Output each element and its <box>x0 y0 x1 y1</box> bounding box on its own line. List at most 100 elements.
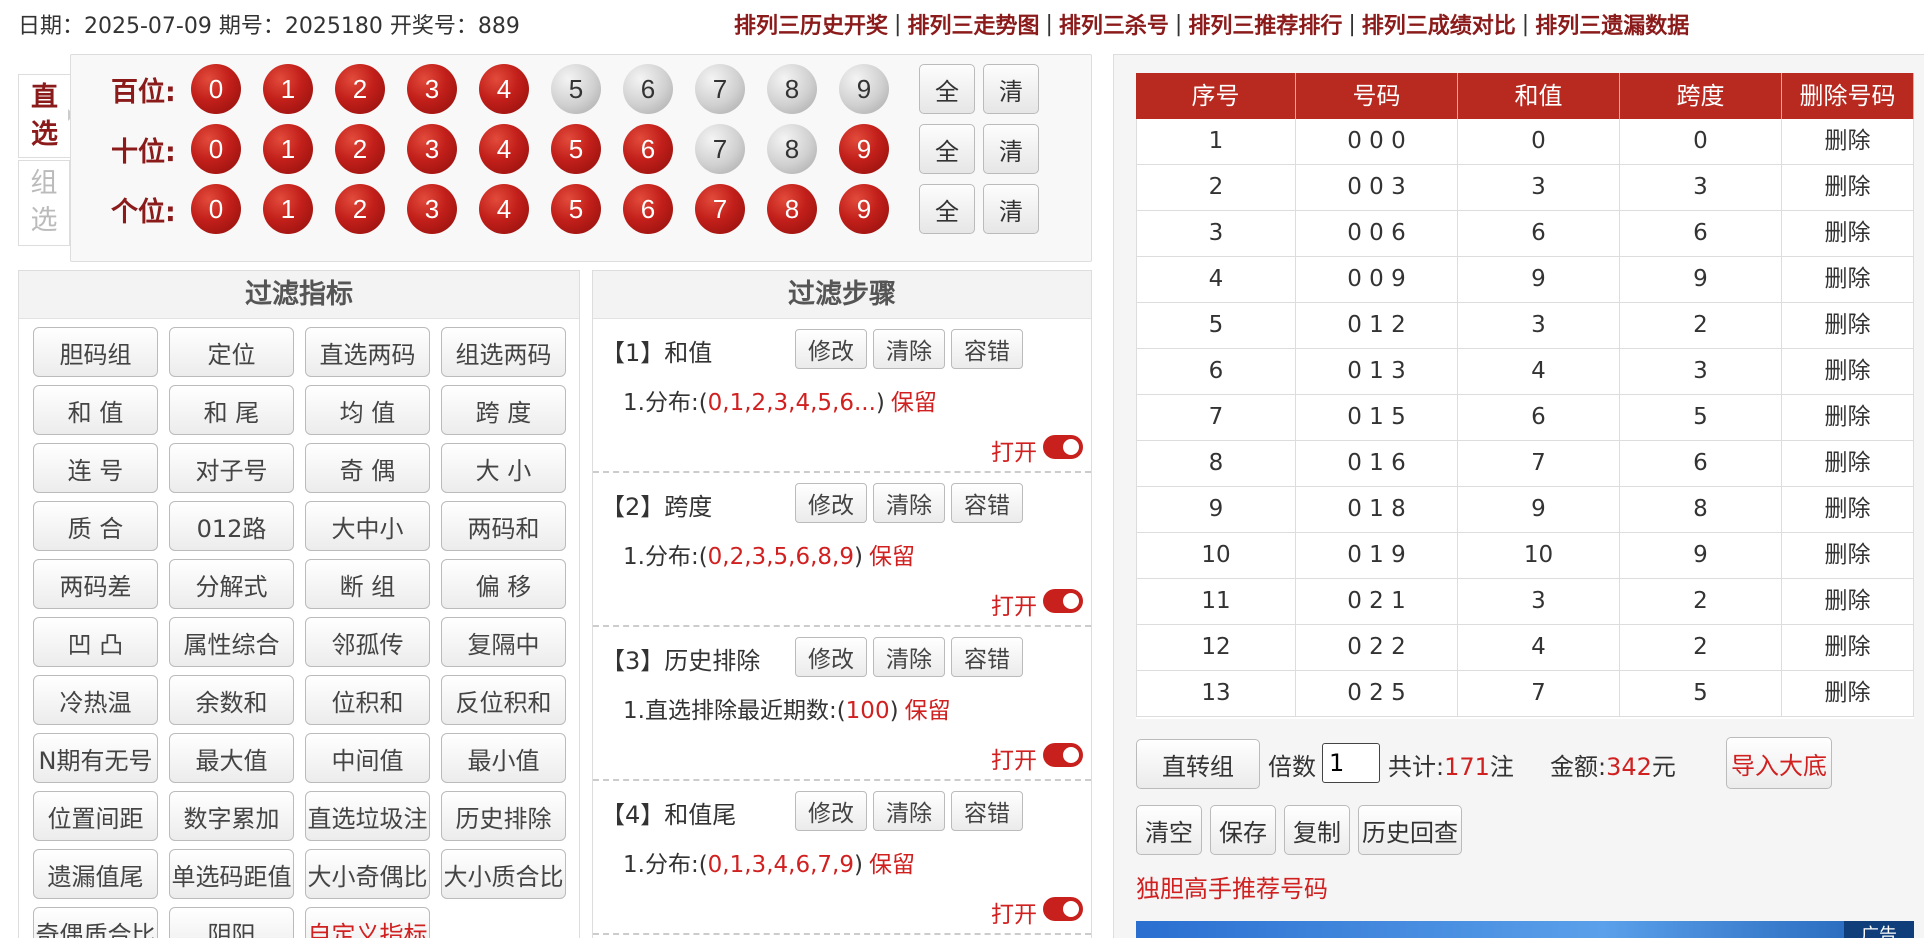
filter-index-button[interactable]: 遗漏值尾 <box>33 849 158 899</box>
delete-row-button[interactable]: 删除 <box>1782 533 1914 578</box>
filter-index-button[interactable]: 反位积和 <box>441 675 566 725</box>
step-edit-button[interactable]: 修改 <box>795 791 867 831</box>
number-ball[interactable]: 2 <box>335 124 385 174</box>
number-ball[interactable]: 5 <box>551 184 601 234</box>
filter-index-button[interactable]: 连 号 <box>33 443 158 493</box>
number-ball[interactable]: 4 <box>479 124 529 174</box>
delete-row-button[interactable]: 删除 <box>1782 349 1914 394</box>
filter-index-button[interactable]: 奇 偶 <box>305 443 430 493</box>
multiple-input[interactable] <box>1322 743 1380 783</box>
filter-index-button[interactable]: 质 合 <box>33 501 158 551</box>
filter-index-button[interactable]: 两码差 <box>33 559 158 609</box>
number-ball[interactable]: 8 <box>767 184 817 234</box>
step-toggle[interactable] <box>1043 589 1083 613</box>
number-ball[interactable]: 8 <box>767 64 817 114</box>
filter-index-button[interactable]: 复隔中 <box>441 617 566 667</box>
tab-direct[interactable]: 直选 <box>18 74 74 158</box>
number-ball[interactable]: 6 <box>623 184 673 234</box>
step-clear-button[interactable]: 清除 <box>873 329 945 369</box>
nav-link-5[interactable]: 排列三成绩对比 <box>1362 8 1516 40</box>
filter-index-button[interactable]: 阴阳 <box>169 907 294 938</box>
filter-index-button[interactable]: 和 值 <box>33 385 158 435</box>
filter-index-button[interactable]: 中间值 <box>305 733 430 783</box>
nav-link-6[interactable]: 排列三遗漏数据 <box>1535 8 1689 40</box>
number-ball[interactable]: 7 <box>695 64 745 114</box>
step-toggle[interactable] <box>1043 743 1083 767</box>
filter-index-button[interactable]: 断 组 <box>305 559 430 609</box>
clear-row-button[interactable]: 清 <box>983 124 1039 174</box>
number-ball[interactable]: 0 <box>191 184 241 234</box>
number-ball[interactable]: 5 <box>551 124 601 174</box>
filter-index-button[interactable]: 均 值 <box>305 385 430 435</box>
number-ball[interactable]: 1 <box>263 184 313 234</box>
filter-index-button[interactable]: 大中小 <box>305 501 430 551</box>
filter-index-button[interactable]: 分解式 <box>169 559 294 609</box>
history-check-button[interactable]: 历史回查 <box>1358 805 1462 855</box>
filter-index-button[interactable]: 单选码距值 <box>169 849 294 899</box>
number-ball[interactable]: 4 <box>479 184 529 234</box>
filter-index-button[interactable]: 胆码组 <box>33 327 158 377</box>
delete-row-button[interactable]: 删除 <box>1782 625 1914 670</box>
filter-index-button[interactable]: 偏 移 <box>441 559 566 609</box>
number-ball[interactable]: 0 <box>191 64 241 114</box>
step-tolerance-button[interactable]: 容错 <box>951 791 1023 831</box>
direct-to-group-button[interactable]: 直转组 <box>1136 739 1260 789</box>
filter-index-button[interactable]: 位置间距 <box>33 791 158 841</box>
number-ball[interactable]: 7 <box>695 184 745 234</box>
step-edit-button[interactable]: 修改 <box>795 637 867 677</box>
step-clear-button[interactable]: 清除 <box>873 483 945 523</box>
delete-row-button[interactable]: 删除 <box>1782 303 1914 348</box>
number-ball[interactable]: 9 <box>839 64 889 114</box>
number-ball[interactable]: 4 <box>479 64 529 114</box>
filter-index-button[interactable]: 数字累加 <box>169 791 294 841</box>
select-all-button[interactable]: 全 <box>919 64 975 114</box>
number-ball[interactable]: 2 <box>335 184 385 234</box>
delete-row-button[interactable]: 删除 <box>1782 441 1914 486</box>
filter-index-button[interactable]: 凹 凸 <box>33 617 158 667</box>
number-ball[interactable]: 0 <box>191 124 241 174</box>
nav-link-2[interactable]: 排列三走势图 <box>907 8 1039 40</box>
delete-row-button[interactable]: 删除 <box>1782 165 1914 210</box>
step-edit-button[interactable]: 修改 <box>795 329 867 369</box>
filter-index-button[interactable]: 位积和 <box>305 675 430 725</box>
filter-index-button[interactable]: 大小质合比 <box>441 849 566 899</box>
step-clear-button[interactable]: 清除 <box>873 637 945 677</box>
number-ball[interactable]: 2 <box>335 64 385 114</box>
number-ball[interactable]: 9 <box>839 184 889 234</box>
filter-index-button[interactable]: 两码和 <box>441 501 566 551</box>
step-toggle[interactable] <box>1043 435 1083 459</box>
number-ball[interactable]: 5 <box>551 64 601 114</box>
copy-button[interactable]: 复制 <box>1284 805 1350 855</box>
import-base-button[interactable]: 导入大底 <box>1726 737 1832 789</box>
delete-row-button[interactable]: 删除 <box>1782 119 1914 164</box>
ad-banner[interactable]: 广告 <box>1136 921 1914 938</box>
delete-row-button[interactable]: 删除 <box>1782 671 1914 716</box>
number-ball[interactable]: 8 <box>767 124 817 174</box>
filter-index-button[interactable]: 和 尾 <box>169 385 294 435</box>
number-ball[interactable]: 3 <box>407 64 457 114</box>
number-ball[interactable]: 1 <box>263 124 313 174</box>
filter-index-button[interactable]: 冷热温 <box>33 675 158 725</box>
filter-index-button[interactable]: 直选垃圾注 <box>305 791 430 841</box>
number-ball[interactable]: 7 <box>695 124 745 174</box>
number-ball[interactable]: 9 <box>839 124 889 174</box>
number-ball[interactable]: 6 <box>623 124 673 174</box>
filter-index-button[interactable]: 跨 度 <box>441 385 566 435</box>
select-all-button[interactable]: 全 <box>919 124 975 174</box>
step-tolerance-button[interactable]: 容错 <box>951 483 1023 523</box>
number-ball[interactable]: 6 <box>623 64 673 114</box>
step-edit-button[interactable]: 修改 <box>795 483 867 523</box>
filter-index-button[interactable]: 奇偶质合比 <box>33 907 158 938</box>
step-clear-button[interactable]: 清除 <box>873 791 945 831</box>
filter-index-button[interactable]: 012路 <box>169 501 294 551</box>
clear-button[interactable]: 清空 <box>1136 805 1202 855</box>
filter-index-button[interactable]: 属性综合 <box>169 617 294 667</box>
filter-index-button[interactable]: 大小奇偶比 <box>305 849 430 899</box>
delete-row-button[interactable]: 删除 <box>1782 395 1914 440</box>
filter-index-button[interactable]: 定位 <box>169 327 294 377</box>
filter-index-button[interactable]: 自定义指标 <box>305 907 430 938</box>
filter-index-button[interactable]: 直选两码 <box>305 327 430 377</box>
nav-link-1[interactable]: 排列三历史开奖 <box>734 8 888 40</box>
nav-link-4[interactable]: 排列三推荐排行 <box>1188 8 1342 40</box>
step-tolerance-button[interactable]: 容错 <box>951 637 1023 677</box>
